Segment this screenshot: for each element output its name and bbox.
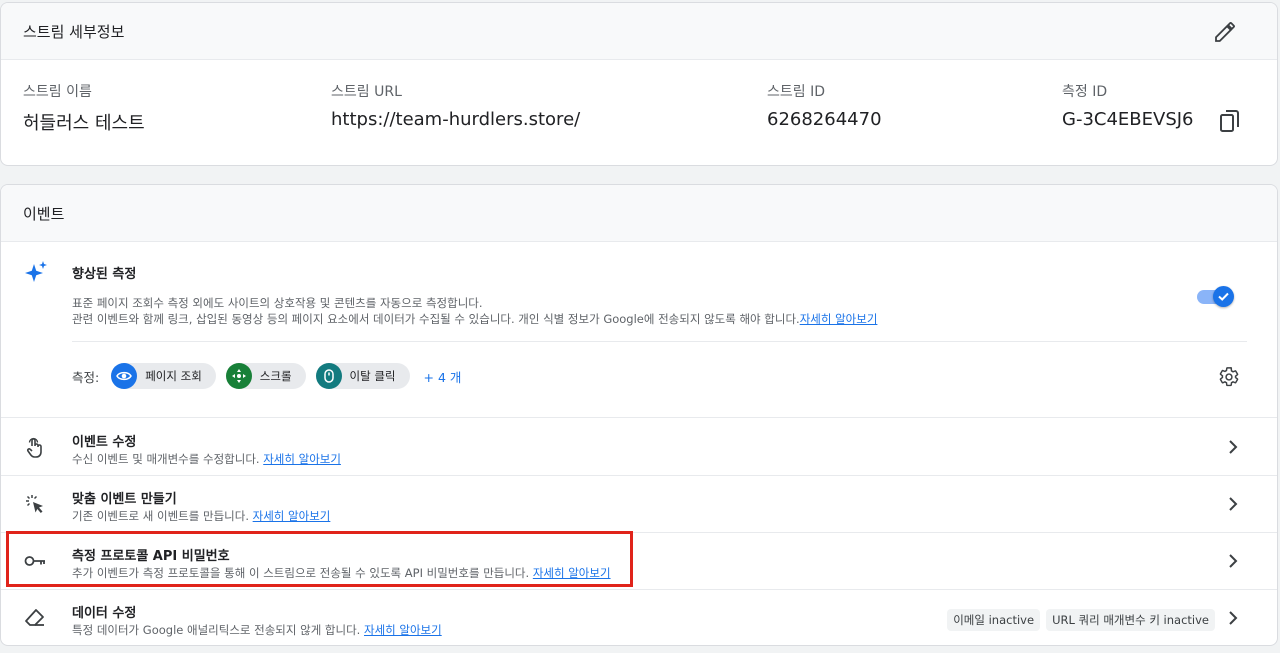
gear-icon[interactable] bbox=[1218, 366, 1240, 388]
enhanced-desc-line2: 관련 이벤트와 함께 링크, 삽입된 동영상 등의 페이지 요소에서 데이터가 … bbox=[72, 312, 800, 326]
enhanced-measurement-title: 향상된 측정 bbox=[72, 267, 137, 282]
enhanced-learn-more-link[interactable]: 자세히 알아보기 bbox=[800, 312, 878, 326]
mouse-icon bbox=[315, 363, 342, 389]
enhanced-measurement-section: 향상된 측정 표준 페이지 조회수 측정 외에도 사이트의 상호작용 및 콘텐츠… bbox=[1, 243, 1277, 418]
row-measurement-protocol-api-secrets[interactable]: 측정 프로토콜 API 비밀번호 추가 이벤트가 측정 프로토콜을 통해 이 스… bbox=[1, 533, 1277, 590]
row-create-custom-event-desc: 기존 이벤트로 새 이벤트를 만듭니다. 자세히 알아보기 bbox=[72, 508, 330, 524]
enhanced-divider bbox=[72, 341, 1247, 342]
click-cursor-icon bbox=[26, 495, 43, 513]
email-status-badge: 이메일 inactive bbox=[947, 609, 1041, 631]
chevron-right-icon bbox=[1229, 497, 1238, 511]
events-header: 이벤트 bbox=[1, 185, 1277, 242]
row-create-custom-event-learn-more[interactable]: 자세히 알아보기 bbox=[253, 509, 331, 523]
toggle-knob bbox=[1213, 286, 1234, 307]
measure-label: 측정: bbox=[72, 369, 100, 385]
measurement-id-label: 측정 ID bbox=[1062, 84, 1108, 100]
stream-id-value: 6268264470 bbox=[767, 109, 882, 130]
stream-url-label: 스트림 URL bbox=[331, 84, 402, 100]
enhanced-desc-line1: 표준 페이지 조회수 측정 외에도 사이트의 상호작용 및 콘텐츠를 자동으로 … bbox=[72, 296, 483, 310]
more-measurements-link[interactable]: + 4 개 bbox=[424, 367, 462, 386]
row-modify-events-desc-text: 수신 이벤트 및 매개변수를 수정합니다. bbox=[72, 452, 260, 466]
row-redact-data-desc-text: 특정 데이터가 Google 애널리틱스로 전송되지 않게 합니다. bbox=[72, 623, 361, 637]
chevron-right-icon bbox=[1229, 440, 1238, 454]
chip-outbound-click[interactable]: 이탈 클릭 bbox=[315, 363, 410, 389]
redact-status-tags: 이메일 inactive URL 쿼리 매개변수 키 inactive bbox=[941, 609, 1215, 631]
stream-name-value: 허들러스 테스트 bbox=[23, 113, 145, 134]
enhanced-measurement-toggle[interactable] bbox=[1197, 285, 1234, 307]
stream-details-header: 스트림 세부정보 bbox=[1, 3, 1277, 60]
chip-page-view-label: 페이지 조회 bbox=[145, 369, 202, 383]
row-api-secrets-desc-text: 추가 이벤트가 측정 프로토콜을 통해 이 스트림으로 전송될 수 있도록 AP… bbox=[72, 566, 530, 580]
row-api-secrets-learn-more[interactable]: 자세히 알아보기 bbox=[533, 566, 611, 580]
edit-icon[interactable] bbox=[1213, 20, 1237, 44]
eraser-icon bbox=[25, 609, 44, 626]
key-icon bbox=[24, 556, 45, 566]
eye-icon bbox=[111, 363, 138, 389]
enhanced-measurement-description: 표준 페이지 조회수 측정 외에도 사이트의 상호작용 및 콘텐츠를 자동으로 … bbox=[72, 295, 877, 327]
row-create-custom-event[interactable]: 맞춤 이벤트 만들기 기존 이벤트로 새 이벤트를 만듭니다. 자세히 알아보기 bbox=[1, 476, 1277, 533]
row-api-secrets-desc: 추가 이벤트가 측정 프로토콜을 통해 이 스트림으로 전송될 수 있도록 AP… bbox=[72, 565, 611, 581]
copy-icon[interactable] bbox=[1219, 109, 1241, 133]
chip-outbound-click-label: 이탈 클릭 bbox=[349, 369, 396, 383]
row-redact-data-desc: 특정 데이터가 Google 애널리틱스로 전송되지 않게 합니다. 자세히 알… bbox=[72, 622, 442, 638]
row-modify-events[interactable]: 이벤트 수정 수신 이벤트 및 매개변수를 수정합니다. 자세히 알아보기 bbox=[1, 419, 1277, 476]
stream-details-title: 스트림 세부정보 bbox=[23, 22, 125, 41]
stream-name-label: 스트림 이름 bbox=[23, 84, 92, 100]
chevron-right-icon bbox=[1229, 554, 1238, 568]
row-redact-data-title: 데이터 수정 bbox=[72, 606, 137, 621]
measurement-id-field: 측정 ID G-3C4EBEVSJ6 bbox=[1062, 81, 1194, 130]
stream-details-card: 스트림 세부정보 스트림 이름 허들러스 테스트 스트림 URL https:/… bbox=[0, 2, 1278, 166]
stream-name-field: 스트림 이름 허들러스 테스트 bbox=[23, 81, 145, 135]
check-icon bbox=[1218, 292, 1229, 301]
row-modify-events-learn-more[interactable]: 자세히 알아보기 bbox=[263, 452, 341, 466]
touch-icon bbox=[27, 437, 42, 458]
scroll-icon bbox=[225, 363, 252, 389]
stream-id-field: 스트림 ID 6268264470 bbox=[767, 81, 882, 130]
row-modify-events-desc: 수신 이벤트 및 매개변수를 수정합니다. 자세히 알아보기 bbox=[72, 451, 341, 467]
url-query-status-badge: URL 쿼리 매개변수 키 inactive bbox=[1046, 609, 1215, 631]
chevron-right-icon bbox=[1229, 611, 1238, 625]
chip-page-view[interactable]: 페이지 조회 bbox=[111, 363, 216, 389]
row-create-custom-event-title: 맞춤 이벤트 만들기 bbox=[72, 492, 177, 507]
events-card: 이벤트 향상된 측정 표준 페이지 조회수 측정 외에도 사이트의 상호작용 및… bbox=[0, 184, 1278, 646]
stream-url-value: https://team-hurdlers.store/ bbox=[331, 109, 581, 130]
measurement-chips: 측정: 페이지 조회 스크롤 이탈 클릭 + 4 개 bbox=[72, 363, 461, 389]
stream-url-field: 스트림 URL https://team-hurdlers.store/ bbox=[331, 81, 580, 130]
chip-scroll-label: 스크롤 bbox=[259, 369, 292, 383]
row-api-secrets-title: 측정 프로토콜 API 비밀번호 bbox=[72, 549, 230, 564]
measurement-id-value: G-3C4EBEVSJ6 bbox=[1062, 109, 1194, 130]
sparkle-icon bbox=[25, 261, 47, 282]
chip-scroll[interactable]: 스크롤 bbox=[225, 363, 306, 389]
events-title: 이벤트 bbox=[23, 204, 65, 223]
stream-id-label: 스트림 ID bbox=[767, 84, 825, 100]
row-modify-events-title: 이벤트 수정 bbox=[72, 435, 137, 450]
row-redact-data[interactable]: 데이터 수정 특정 데이터가 Google 애널리틱스로 전송되지 않게 합니다… bbox=[1, 590, 1277, 645]
row-redact-data-learn-more[interactable]: 자세히 알아보기 bbox=[364, 623, 442, 637]
row-create-custom-event-desc-text: 기존 이벤트로 새 이벤트를 만듭니다. bbox=[72, 509, 249, 523]
